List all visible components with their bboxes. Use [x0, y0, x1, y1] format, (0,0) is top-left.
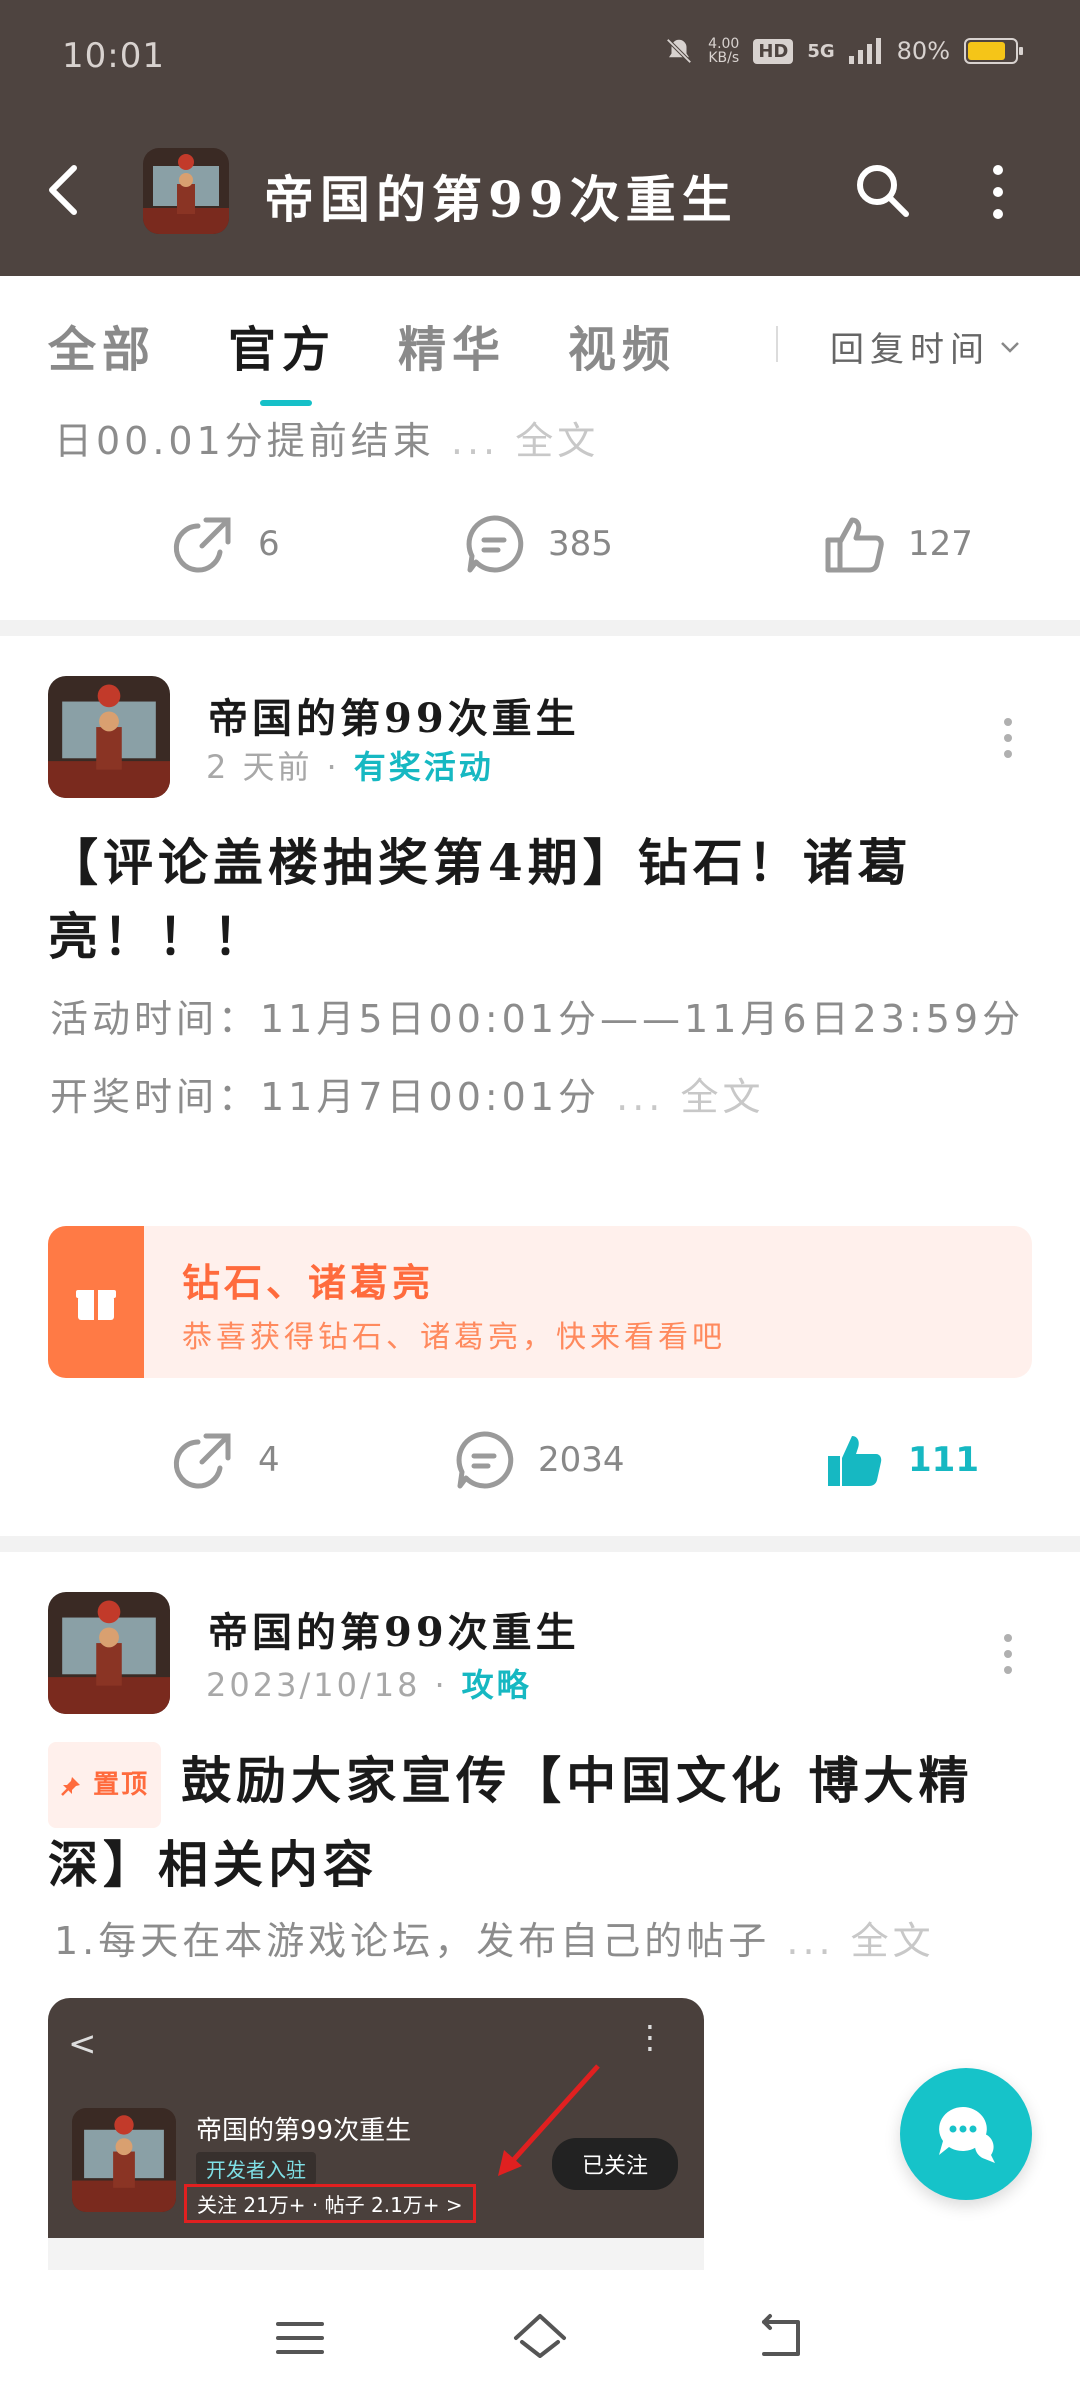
post-excerpt: 日00.01分提前结束 ... 全文 — [54, 419, 600, 463]
tab-all[interactable]: 全部 — [48, 310, 156, 380]
post-title[interactable]: 置顶 鼓励大家宣传【中国文化 博大精深】相关内容 — [48, 1742, 1008, 1902]
author-name[interactable]: 帝国的第99次重生 — [208, 1600, 580, 1658]
thumbs-up-filled-icon — [828, 1436, 882, 1486]
share-button[interactable]: 6 — [172, 504, 280, 584]
share-icon — [173, 1433, 231, 1489]
tab-video[interactable]: 视频 — [568, 310, 676, 380]
share-icon — [173, 517, 231, 573]
post-image[interactable]: < ⋮ 帝国的第99次重生 开发者入驻 关注 21万+ · 帖子 2.1万+ >… — [48, 1998, 704, 2270]
thumbs-up-icon — [825, 517, 884, 573]
red-arrow-icon — [498, 2064, 600, 2176]
status-bar: 10:01 4.00 KB/s HD 5G 80% — [0, 0, 1080, 110]
post-time: 2023/10/18 — [206, 1666, 421, 1704]
post-title[interactable]: 【评论盖楼抽奖第4期】钻石！诸葛亮！！！ — [48, 826, 1008, 974]
search-icon[interactable] — [852, 160, 912, 220]
post-excerpt: 1.每天在本游戏论坛，发布自己的帖子 ... 全文 — [54, 1919, 935, 1963]
pin-icon — [61, 1777, 80, 1796]
tab-separator — [776, 326, 778, 362]
game-icon — [72, 2108, 176, 2212]
like-count: 127 — [908, 524, 973, 564]
status-icons: 4.00 KB/s HD 5G 80% — [664, 36, 1023, 66]
top-bar: 10:01 4.00 KB/s HD 5G 80% 帝国的第99次重生 — [0, 0, 1080, 276]
activity-time: 活动时间：11月5日00:01分——11月6日23:59分 — [50, 997, 1025, 1041]
post-body: 活动时间：11月5日00:01分——11月6日23:59分 开奖时间：11月7日… — [50, 980, 1030, 1136]
post-actions: 6 385 127 — [0, 504, 1080, 584]
menu-icon[interactable] — [270, 2308, 330, 2368]
post-more-icon[interactable] — [1000, 716, 1016, 760]
chevron-down-icon — [1001, 341, 1019, 353]
comment-button[interactable]: 2034 — [452, 1420, 625, 1500]
author-name[interactable]: 帝国的第99次重生 — [208, 686, 580, 744]
hd-badge: HD — [753, 38, 794, 64]
signal-5g: 5G — [807, 40, 835, 62]
status-time: 10:01 — [62, 36, 165, 76]
home-icon[interactable] — [510, 2308, 570, 2368]
sort-dropdown[interactable]: 回复时间 — [830, 322, 1022, 371]
thumb-game-name: 帝国的第99次重生 — [196, 2116, 412, 2146]
divider — [0, 1536, 1080, 1552]
reward-card[interactable]: 钻石、诸葛亮 恭喜获得钻石、诸葛亮，快来看看吧 — [48, 1226, 1032, 1378]
share-count: 6 — [258, 524, 280, 564]
draw-time: 开奖时间：11月7日00:01分 — [50, 1075, 601, 1119]
back-nav-icon[interactable] — [750, 2308, 810, 2368]
share-count: 4 — [258, 1440, 280, 1480]
more-options-icon: ⋮ — [634, 2018, 666, 2056]
like-button[interactable]: 127 — [822, 504, 973, 584]
battery-icon — [964, 38, 1023, 64]
post-more-icon[interactable] — [1000, 1632, 1016, 1676]
mute-bell-icon — [666, 38, 692, 64]
comment-icon — [456, 1431, 514, 1489]
active-tab-indicator — [260, 400, 312, 406]
chat-bubble-icon — [939, 2107, 995, 2163]
more-options-icon[interactable] — [986, 162, 1010, 222]
post-actions: 4 2034 111 — [0, 1420, 1080, 1500]
header: 帝国的第99次重生 — [0, 110, 1080, 276]
author-avatar[interactable] — [48, 676, 170, 798]
post-meta: 2 天前 · 有奖活动 — [206, 748, 494, 786]
tab-official[interactable]: 官方 — [228, 310, 336, 380]
new-post-fab[interactable] — [900, 2068, 1032, 2200]
tab-featured[interactable]: 精华 — [398, 310, 506, 380]
post-time: 2 天前 — [206, 748, 313, 786]
battery-percent: 80% — [896, 37, 950, 65]
sort-label: 回复时间 — [830, 330, 990, 370]
comment-count: 385 — [548, 524, 613, 564]
read-more-link[interactable]: ... 全文 — [616, 1075, 764, 1119]
back-arrow-icon[interactable] — [44, 160, 84, 220]
reward-subtitle: 恭喜获得钻石、诸葛亮，快来看看吧 — [182, 1320, 726, 1355]
reward-title: 钻石、诸葛亮 — [182, 1260, 435, 1305]
share-button[interactable]: 4 — [172, 1420, 280, 1500]
divider — [0, 620, 1080, 636]
thumb-strip — [48, 2238, 704, 2270]
page-title: 帝国的第99次重生 — [264, 170, 738, 229]
pinned-badge: 置顶 — [48, 1742, 162, 1828]
post-meta: 2023/10/18 · 攻略 — [206, 1666, 532, 1704]
post-tag[interactable]: 有奖活动 — [354, 748, 494, 786]
developer-badge: 开发者入驻 — [196, 2152, 316, 2185]
comment-icon — [466, 515, 524, 573]
back-arrow-icon: < — [68, 2024, 97, 2064]
comment-count: 2034 — [538, 1440, 625, 1480]
system-nav-bar — [0, 2270, 1080, 2400]
like-button[interactable]: 111 — [822, 1420, 979, 1500]
read-more-link[interactable]: ... 全文 — [451, 419, 599, 463]
game-icon[interactable] — [143, 148, 229, 234]
post-tag[interactable]: 攻略 — [462, 1666, 532, 1704]
follow-stats: 关注 21万+ · 帖子 2.1万+ > — [184, 2184, 476, 2223]
network-speed: 4.00 KB/s — [708, 36, 740, 66]
read-more-link[interactable]: ... 全文 — [786, 1919, 934, 1963]
like-count: 111 — [908, 1440, 979, 1480]
filter-tabs: 全部 官方 精华 视频 回复时间 — [0, 276, 1080, 406]
author-avatar[interactable] — [48, 1592, 170, 1714]
comment-button[interactable]: 385 — [462, 504, 613, 584]
signal-bars-icon — [848, 38, 881, 64]
gift-icon — [48, 1226, 144, 1378]
